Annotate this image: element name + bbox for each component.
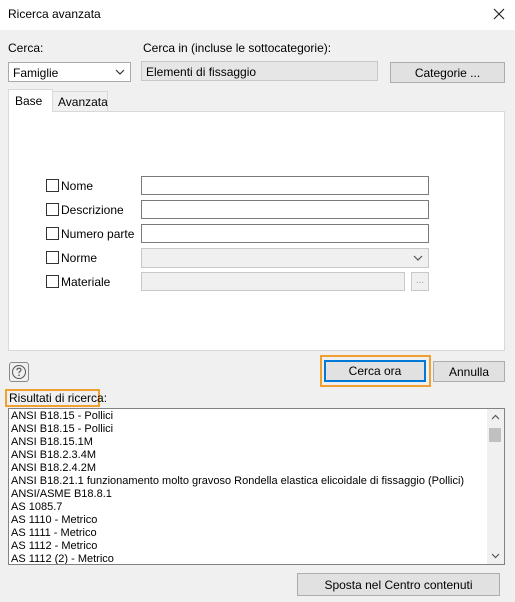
norme-label: Norme xyxy=(61,251,98,265)
list-item[interactable]: AS 1085.7 xyxy=(11,501,486,514)
numero-parte-checkbox[interactable] xyxy=(46,227,59,240)
question-icon xyxy=(12,365,26,379)
descrizione-checkbox[interactable] xyxy=(46,203,59,216)
nome-checkbox[interactable] xyxy=(46,179,59,192)
list-item[interactable]: ANSI B18.21.1 funzionamento molto gravos… xyxy=(11,475,486,488)
cancel-button[interactable]: Annulla xyxy=(433,361,505,382)
category-label: Cerca in (incluse le sottocategorie): xyxy=(143,41,332,55)
search-type-label: Cerca: xyxy=(8,41,44,55)
list-item[interactable]: ANSI/ASME B18.8.1 xyxy=(11,488,486,501)
norme-checkbox[interactable] xyxy=(46,251,59,264)
scrollbar-thumb[interactable] xyxy=(489,428,501,442)
chevron-down-icon xyxy=(413,255,423,261)
scroll-up-icon[interactable] xyxy=(490,412,501,423)
category-value: Elementi di fissaggio xyxy=(146,65,257,79)
list-item[interactable]: AS 1112 (2) - Metrico xyxy=(11,553,486,564)
numero-parte-label: Numero parte xyxy=(61,227,135,241)
search-now-button[interactable]: Cerca ora xyxy=(324,360,426,382)
list-item[interactable]: ANSI B18.15.1M xyxy=(11,436,486,449)
list-item[interactable]: AS 1112 - Metrico xyxy=(11,540,486,553)
numero-parte-input[interactable] xyxy=(141,224,429,243)
results-list[interactable]: ANSI B18.15 - Pollici ANSI B18.15 - Poll… xyxy=(8,408,505,565)
nome-label: Nome xyxy=(61,179,94,193)
materiale-input[interactable] xyxy=(141,272,405,291)
help-button[interactable] xyxy=(9,362,29,382)
results-label: Risultati di ricerca: xyxy=(9,391,108,405)
window-title: Ricerca avanzata xyxy=(8,7,101,21)
tab-avanzata[interactable]: Avanzata xyxy=(52,91,108,111)
nome-input[interactable] xyxy=(141,176,429,195)
results-items: ANSI B18.15 - Pollici ANSI B18.15 - Poll… xyxy=(11,410,486,564)
close-icon[interactable] xyxy=(489,4,509,24)
list-item[interactable]: AS 1110 - Metrico xyxy=(11,514,486,527)
materiale-checkbox[interactable] xyxy=(46,275,59,288)
list-item[interactable]: AS 1111 - Metrico xyxy=(11,527,486,540)
tab-avanzata-label: Avanzata xyxy=(58,95,108,109)
descrizione-label: Descrizione xyxy=(61,203,124,217)
list-item[interactable]: ANSI B18.2.4.2M xyxy=(11,462,486,475)
tab-base[interactable]: Base xyxy=(8,89,53,112)
search-type-value: Famiglie xyxy=(13,66,59,80)
chevron-down-icon xyxy=(115,69,125,75)
move-to-content-center-button[interactable]: Sposta nel Centro contenuti xyxy=(297,573,500,596)
materiale-label: Materiale xyxy=(61,275,111,289)
category-field: Elementi di fissaggio xyxy=(141,61,378,81)
materiale-browse-button[interactable]: ... xyxy=(411,272,429,291)
search-type-select[interactable]: Famiglie xyxy=(8,62,131,82)
tab-base-label: Base xyxy=(15,94,43,108)
results-scrollbar[interactable] xyxy=(487,409,504,564)
list-item[interactable]: ANSI B18.15 - Pollici xyxy=(11,423,486,436)
norme-select[interactable] xyxy=(141,248,429,268)
categories-button[interactable]: Categorie ... xyxy=(390,62,505,83)
list-item[interactable]: ANSI B18.2.3.4M xyxy=(11,449,486,462)
scroll-down-icon[interactable] xyxy=(490,550,501,561)
descrizione-input[interactable] xyxy=(141,200,429,219)
list-item[interactable]: ANSI B18.15 - Pollici xyxy=(11,410,486,423)
